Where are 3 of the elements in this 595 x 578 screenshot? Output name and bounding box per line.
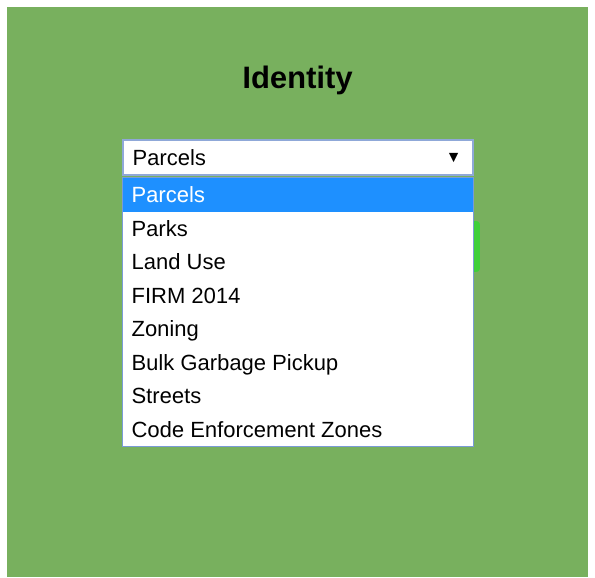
layer-select[interactable]: Parcels ▼ <box>122 139 474 176</box>
dropdown-arrow-icon: ▼ <box>446 146 462 170</box>
page-title: Identity <box>242 59 353 97</box>
